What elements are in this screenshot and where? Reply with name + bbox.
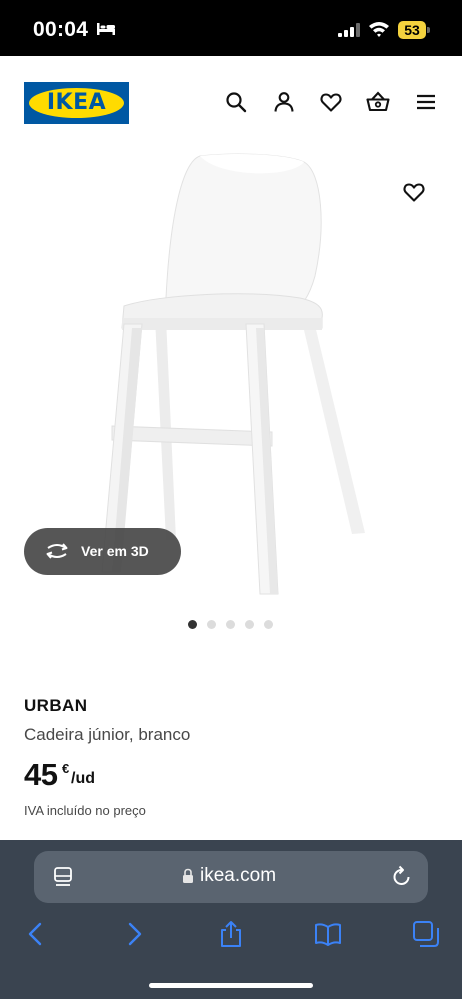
- view-3d-button[interactable]: Ver em 3D: [24, 528, 181, 575]
- menu-icon[interactable]: [414, 90, 438, 114]
- pagination-dot[interactable]: [245, 620, 254, 629]
- view-3d-label: Ver em 3D: [81, 543, 149, 559]
- address-bar[interactable]: ikea.com: [34, 851, 428, 903]
- forward-icon[interactable]: [120, 920, 148, 948]
- share-icon[interactable]: [217, 920, 245, 948]
- product-name: URBAN: [24, 696, 88, 715]
- battery-level: 53: [398, 21, 426, 39]
- cart-icon[interactable]: [366, 90, 390, 114]
- bed-icon: [97, 23, 115, 35]
- pagination-dot[interactable]: [264, 620, 273, 629]
- battery-icon: 53: [398, 21, 430, 39]
- status-time: 00:04: [33, 18, 89, 41]
- search-icon[interactable]: [224, 90, 248, 114]
- wishlist-icon[interactable]: [319, 90, 343, 114]
- lock-icon: [183, 868, 193, 883]
- price-value: 45: [24, 757, 58, 792]
- heart-outline-icon[interactable]: [402, 180, 426, 204]
- site-header: IKEA: [0, 56, 462, 148]
- price-currency: €: [62, 761, 70, 776]
- url-text: ikea.com: [200, 865, 277, 886]
- rotate-3d-icon: [46, 543, 68, 559]
- wifi-icon: [369, 22, 389, 37]
- price-unit: /ud: [71, 770, 95, 787]
- tabs-icon[interactable]: [412, 920, 440, 948]
- logo-text: IKEA: [46, 90, 107, 115]
- home-indicator: [149, 983, 313, 988]
- account-icon[interactable]: [272, 90, 296, 114]
- status-bar: 00:04 53: [0, 0, 462, 56]
- vat-note: IVA incluído no preço: [24, 803, 146, 818]
- reload-icon[interactable]: [391, 865, 413, 889]
- signal-icon: [338, 23, 360, 37]
- ikea-logo[interactable]: IKEA: [24, 82, 129, 124]
- pagination-dot[interactable]: [188, 620, 197, 629]
- bookmarks-icon[interactable]: [314, 920, 342, 948]
- pagination-dot[interactable]: [226, 620, 235, 629]
- product-price: 45 € /ud: [24, 757, 95, 793]
- browser-toolbar: ikea.com: [0, 840, 462, 999]
- product-description: Cadeira júnior, branco: [24, 725, 191, 744]
- tabs-overview-icon[interactable]: [53, 866, 73, 888]
- pagination-dot[interactable]: [207, 620, 216, 629]
- back-icon[interactable]: [22, 920, 50, 948]
